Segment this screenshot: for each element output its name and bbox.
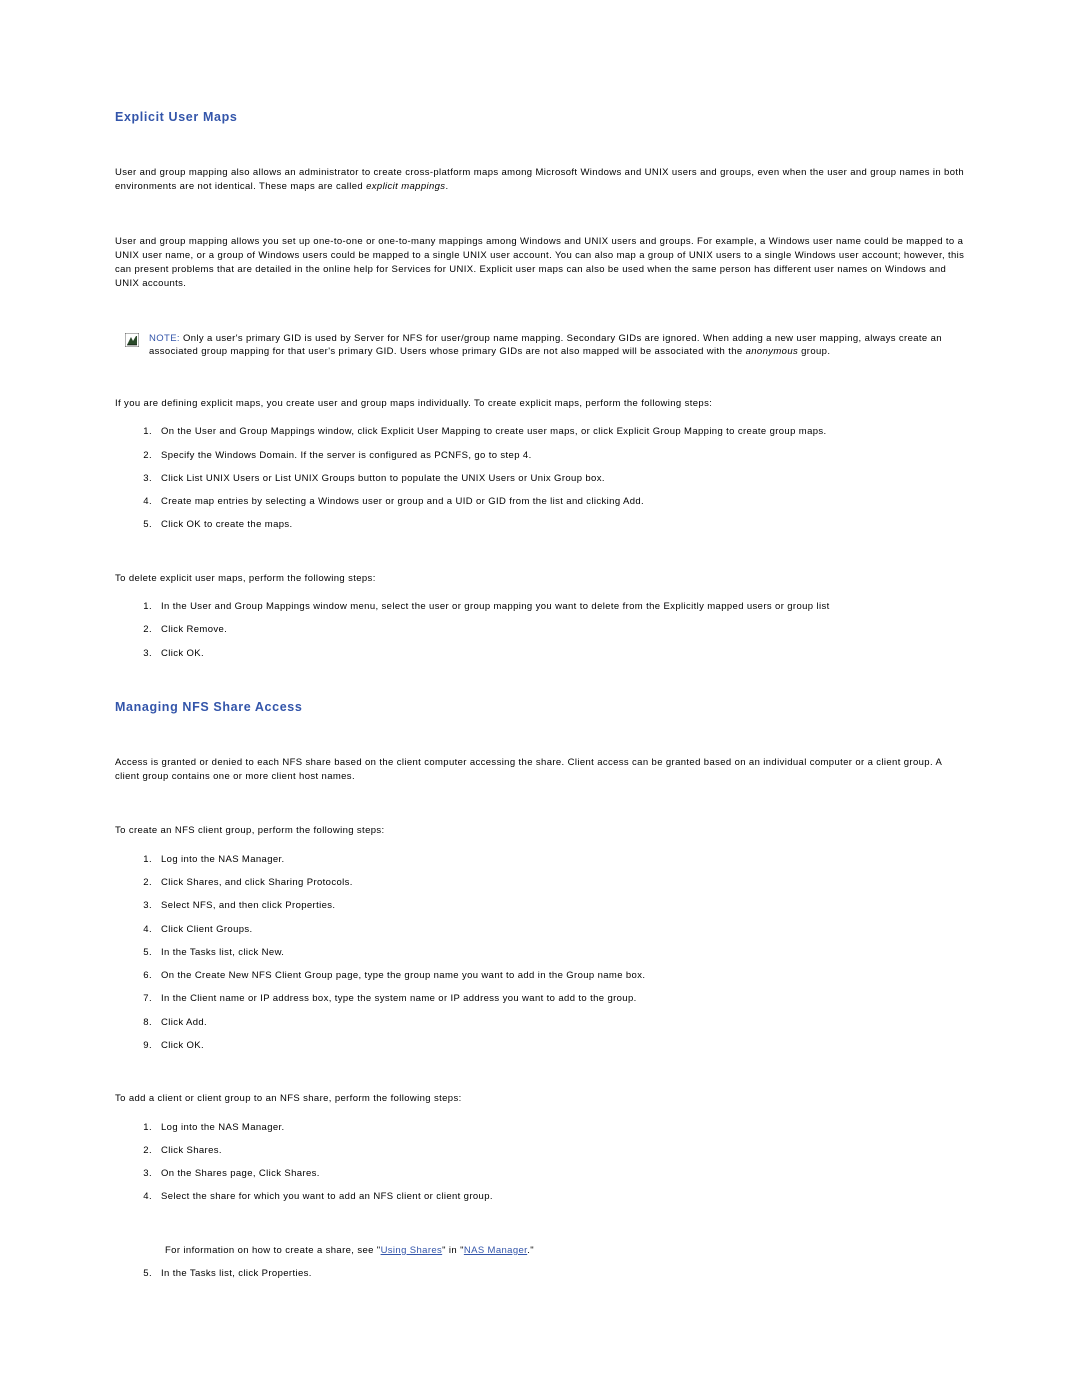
- list-item: Click OK to create the maps.: [155, 518, 965, 531]
- note-text: NOTE: Only a user's primary GID is used …: [149, 332, 965, 360]
- paragraph: User and group mapping also allows an ad…: [115, 166, 965, 195]
- document-page: Explicit User Maps User and group mappin…: [115, 0, 965, 1400]
- list-item: Create map entries by selecting a Window…: [155, 495, 965, 508]
- list-item: In the Client name or IP address box, ty…: [155, 992, 965, 1005]
- list-item: On the Shares page, Click Shares.: [155, 1167, 965, 1180]
- paragraph: To delete explicit user maps, perform th…: [115, 572, 965, 586]
- text: Select the share for which you want to a…: [161, 1191, 493, 1202]
- list-item: Click OK.: [155, 647, 965, 660]
- list-item: Click Add.: [155, 1016, 965, 1029]
- nested-info: For information on how to create a share…: [165, 1244, 965, 1257]
- list-item: Select the share for which you want to a…: [155, 1190, 965, 1257]
- paragraph: Access is granted or denied to each NFS …: [115, 756, 965, 785]
- ordered-list-create-client-group: Log into the NAS Manager. Click Shares, …: [115, 853, 965, 1053]
- ordered-list-add-client: Log into the NAS Manager. Click Shares. …: [115, 1121, 965, 1281]
- text: User and group mapping also allows an ad…: [115, 167, 964, 192]
- list-item: Log into the NAS Manager.: [155, 1121, 965, 1134]
- list-item: Click Client Groups.: [155, 923, 965, 936]
- emphasis: explicit mappings: [366, 181, 445, 192]
- list-item: Click Shares.: [155, 1144, 965, 1157]
- note-icon: [125, 333, 139, 347]
- list-item: On the User and Group Mappings window, c…: [155, 425, 965, 438]
- link-using-shares[interactable]: Using Shares: [381, 1245, 443, 1256]
- list-item: In the User and Group Mappings window me…: [155, 600, 965, 613]
- list-item: On the Create New NFS Client Group page,…: [155, 969, 965, 982]
- paragraph: To create an NFS client group, perform t…: [115, 824, 965, 838]
- list-item: In the Tasks list, click Properties.: [155, 1267, 965, 1280]
- paragraph: User and group mapping allows you set up…: [115, 235, 965, 292]
- text: .: [445, 181, 448, 192]
- heading-explicit-user-maps: Explicit User Maps: [115, 110, 965, 124]
- list-item: Specify the Windows Domain. If the serve…: [155, 449, 965, 462]
- list-item: Click Remove.: [155, 623, 965, 636]
- text: For information on how to create a share…: [165, 1245, 381, 1256]
- list-item: Click Shares, and click Sharing Protocol…: [155, 876, 965, 889]
- text: group.: [798, 346, 830, 357]
- link-nas-manager[interactable]: NAS Manager: [464, 1245, 527, 1256]
- list-item: Click List UNIX Users or List UNIX Group…: [155, 472, 965, 485]
- ordered-list-delete-maps: In the User and Group Mappings window me…: [115, 600, 965, 660]
- list-item: Select NFS, and then click Properties.: [155, 899, 965, 912]
- list-item: In the Tasks list, click New.: [155, 946, 965, 959]
- document-content: Explicit User Maps User and group mappin…: [115, 110, 965, 1280]
- paragraph: To add a client or client group to an NF…: [115, 1092, 965, 1106]
- ordered-list-create-maps: On the User and Group Mappings window, c…: [115, 425, 965, 531]
- emphasis: anonymous: [746, 346, 799, 357]
- list-item: Log into the NAS Manager.: [155, 853, 965, 866]
- list-item: Click OK.: [155, 1039, 965, 1052]
- text: " in ": [442, 1245, 464, 1256]
- note-label: NOTE:: [149, 333, 183, 344]
- note-block: NOTE: Only a user's primary GID is used …: [125, 332, 965, 360]
- heading-managing-nfs: Managing NFS Share Access: [115, 700, 965, 714]
- text: .": [527, 1245, 534, 1256]
- paragraph: If you are defining explicit maps, you c…: [115, 397, 965, 411]
